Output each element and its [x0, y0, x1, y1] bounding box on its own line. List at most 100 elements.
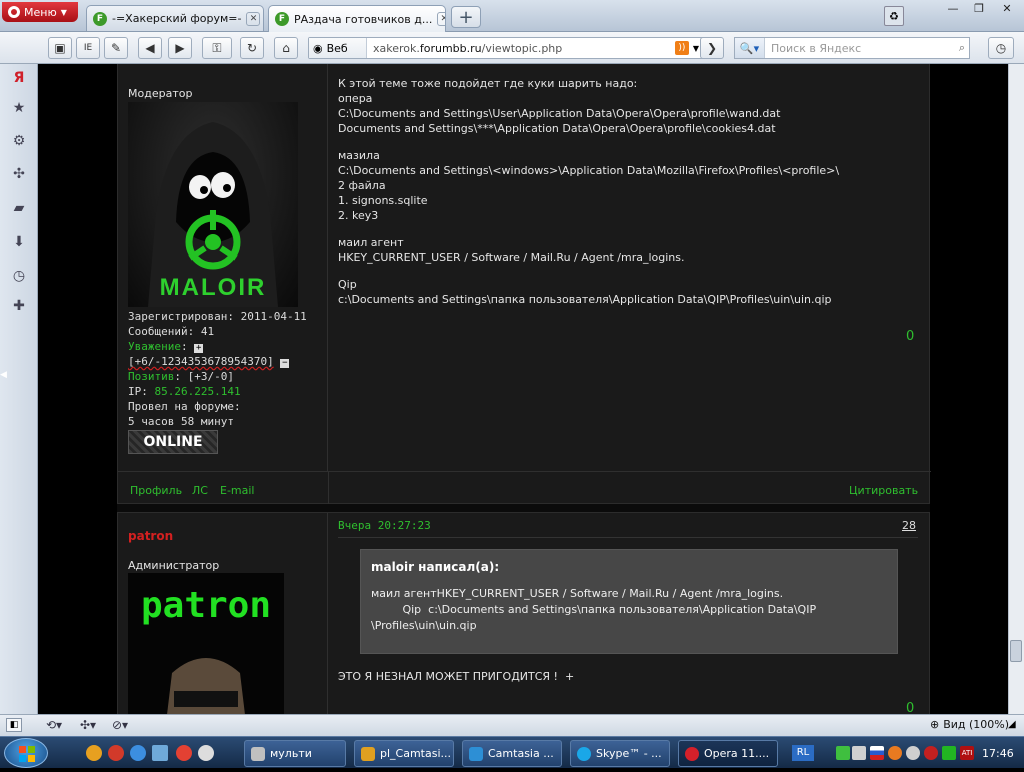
address-prefix[interactable]: ◉ Веб	[309, 38, 367, 58]
task-opera[interactable]: Opera 11....	[678, 740, 778, 767]
close-tab-icon[interactable]: ✕	[246, 11, 261, 26]
notes-icon[interactable]: ▰	[9, 198, 29, 218]
address-bar[interactable]: ◉ Веб xakerok.forumbb.ru/viewtopic.php )…	[308, 37, 704, 59]
search-icon[interactable]: ⌕	[959, 41, 965, 55]
zoom-control[interactable]: ⊕ Вид (100%)	[930, 718, 1009, 731]
tab-hacker-forum[interactable]: F -=Хакерский форум=- ✕	[86, 5, 264, 31]
tray-icon[interactable]	[942, 746, 956, 760]
ati-icon[interactable]: ATI	[960, 746, 974, 760]
panel-toggle-icon[interactable]: ◧	[6, 718, 22, 732]
tray-icon[interactable]	[836, 746, 850, 760]
post-maloir: Модератор MALOIR Зарегистрирован: 2011-0…	[117, 64, 931, 506]
sync-icon[interactable]: ⟲▾	[46, 718, 62, 732]
start-button[interactable]	[4, 738, 48, 768]
tab-title: -=Хакерский форум=-	[112, 12, 242, 25]
quote-link[interactable]: Цитировать	[849, 484, 918, 497]
registered-date: Зарегистрирован: 2011-04-11	[128, 310, 307, 323]
task-winrar[interactable]: pl_Camtasi...	[354, 740, 454, 767]
post-content: К этой теме тоже подойдет где куки шарит…	[338, 77, 840, 306]
tray-icon[interactable]	[906, 746, 920, 760]
post-text: ЭТО Я НЕЗНАЛ МОЖЕТ ПРИГОДИТСЯ ! +	[338, 670, 575, 683]
tray-icon[interactable]	[888, 746, 902, 760]
scrollbar-thumb[interactable]	[1010, 640, 1022, 662]
minimize-button[interactable]: —	[940, 0, 966, 16]
author-name[interactable]: patron	[128, 529, 173, 543]
trash-icon[interactable]: ♻	[884, 6, 904, 26]
forward-icon[interactable]: ▶	[168, 37, 192, 59]
new-tab-button[interactable]: +	[451, 6, 481, 28]
page-viewport: Модератор MALOIR Зарегистрирован: 2011-0…	[39, 64, 1008, 714]
quicklaunch-avast-icon[interactable]	[86, 745, 102, 761]
post-number[interactable]: 28	[902, 519, 916, 532]
language-indicator[interactable]: RL	[792, 745, 814, 761]
key-icon[interactable]: ⚿	[202, 37, 232, 59]
unite-icon[interactable]: ✣▾	[80, 718, 96, 732]
settings-icon[interactable]: ⚙	[9, 131, 29, 151]
author-avatar[interactable]: MALOIR	[128, 102, 298, 307]
tray-icon[interactable]	[852, 746, 866, 760]
home-icon[interactable]: ⌂	[274, 37, 298, 59]
opera-logo-icon	[8, 6, 20, 18]
tab-active-topic[interactable]: F РАздача готовчиков д... ✕	[268, 5, 446, 32]
rss-icon[interactable]: ))	[674, 41, 689, 55]
search-input[interactable]: 🔍▾ Поиск в Яндекс ⌕	[734, 37, 970, 59]
chevron-down-icon: ▼	[60, 7, 67, 17]
close-window-button[interactable]: ✕	[994, 0, 1020, 16]
flag-icon[interactable]	[870, 746, 884, 760]
dropdown-icon[interactable]: ▼	[693, 44, 699, 53]
positive-value: [+3/-0]	[187, 370, 234, 383]
plus-icon[interactable]: +	[194, 344, 204, 353]
quicklaunch-opera-icon[interactable]	[108, 745, 124, 761]
quicklaunch-app-icon[interactable]	[198, 745, 214, 761]
reload-icon[interactable]: ↻	[240, 37, 264, 59]
email-link[interactable]: E-mail	[220, 484, 255, 497]
bookmarks-icon[interactable]: ★	[9, 98, 29, 118]
quote-title: maloir написал(а):	[371, 560, 500, 574]
search-engine-icon[interactable]: 🔍▾	[735, 38, 765, 58]
turbo-icon[interactable]: ⊘▾	[112, 718, 128, 732]
author-avatar[interactable]: patron	[128, 573, 284, 714]
skype-icon	[577, 746, 591, 761]
quicklaunch-desktop-icon[interactable]	[152, 745, 168, 761]
close-tab-icon[interactable]: ✕	[437, 12, 445, 26]
author-role: Модератор	[128, 87, 193, 100]
resize-grip-icon[interactable]: ◢	[1008, 719, 1016, 730]
post-rating: 0	[906, 701, 915, 714]
collapse-arrow-icon[interactable]: ◀	[0, 370, 7, 380]
clock-icon[interactable]: ◷	[988, 37, 1014, 59]
minus-icon[interactable]: −	[280, 359, 290, 368]
quicklaunch-ie-icon[interactable]	[130, 745, 146, 761]
post-author-panel: patron Администратор patron	[118, 513, 328, 714]
tray-icon[interactable]	[924, 746, 938, 760]
ip-value[interactable]: 85.26.225.141	[155, 385, 241, 398]
pm-link[interactable]: ЛС	[192, 484, 208, 497]
opera-icon	[685, 746, 699, 761]
post-body: К этой теме тоже подойдет где куки шарит…	[328, 64, 931, 471]
post-footer: Профиль ЛС E-mail Цитировать	[118, 471, 931, 506]
opera-menu-button[interactable]: Меню ▼	[2, 2, 78, 22]
avatar-caption: MALOIR	[159, 274, 267, 301]
post-date[interactable]: Вчера 20:27:23	[338, 519, 431, 532]
fan-icon[interactable]: ✣	[9, 164, 29, 184]
vertical-scrollbar[interactable]	[1008, 64, 1024, 714]
url-text[interactable]: xakerok.forumbb.ru/viewtopic.php	[367, 42, 562, 55]
add-panel-icon[interactable]: ✚	[9, 296, 29, 316]
downloads-icon[interactable]: ⬇	[9, 232, 29, 252]
task-camtasia[interactable]: Camtasia ...	[462, 740, 562, 767]
save-icon[interactable]: ▣	[48, 37, 72, 59]
positive-label[interactable]: Позитив	[128, 370, 174, 383]
pen-icon[interactable]: ✎	[104, 37, 128, 59]
back-icon[interactable]: ◀	[138, 37, 162, 59]
ie-icon[interactable]: IE	[76, 37, 100, 59]
respect-label[interactable]: Уважение	[128, 340, 181, 353]
task-multi[interactable]: мульти	[244, 740, 346, 767]
quicklaunch-chrome-icon[interactable]	[176, 745, 192, 761]
profile-link[interactable]: Профиль	[130, 484, 182, 497]
avatar-caption: patron	[140, 585, 272, 626]
history-icon[interactable]: ◷	[9, 266, 29, 286]
yandex-icon[interactable]: Я	[9, 68, 29, 88]
maximize-button[interactable]: ❐	[966, 0, 992, 16]
clock[interactable]: 17:46	[982, 747, 1014, 760]
task-skype[interactable]: Skype™ - ...	[570, 740, 670, 767]
fast-forward-icon[interactable]: ❯	[700, 37, 724, 59]
